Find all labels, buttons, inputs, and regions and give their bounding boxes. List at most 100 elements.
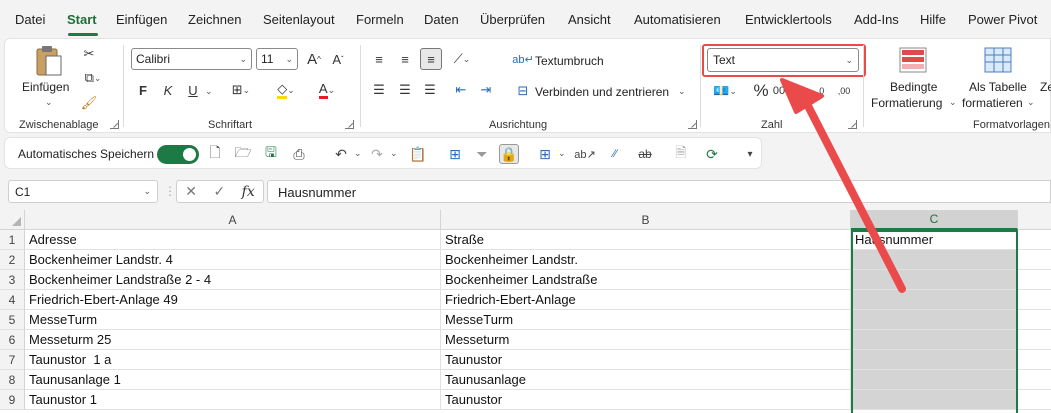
cell-b4[interactable]: Friedrich-Ebert-Anlage — [441, 290, 851, 310]
align-middle-icon[interactable]: ≡ — [395, 49, 415, 69]
menu-ansicht[interactable]: Ansicht — [568, 12, 611, 27]
cell-c4[interactable] — [851, 290, 1018, 310]
filter-icon[interactable]: ⏷ — [472, 144, 492, 164]
format-painter-icon[interactable]: 🖌 — [79, 93, 99, 113]
save-icon[interactable]: 🖫 — [261, 144, 281, 164]
cell-b3[interactable]: Bockenheimer Landstraße — [441, 270, 851, 290]
conditional-formatting-label-1[interactable]: Bedingte — [890, 80, 937, 94]
menu-ueberpruefen[interactable]: Überprüfen — [480, 12, 545, 27]
cell-d9[interactable] — [1018, 390, 1051, 410]
undo-icon[interactable]: ↶ — [331, 144, 351, 164]
name-box[interactable]: C1 ⌄ — [8, 180, 158, 203]
cell-b7[interactable]: Taunustor — [441, 350, 851, 370]
insert-function-icon[interactable]: fx — [242, 184, 255, 200]
cell-a8[interactable]: Taunusanlage 1 — [25, 370, 441, 390]
cell-a3[interactable]: Bockenheimer Landstraße 2 - 4 — [25, 270, 441, 290]
menu-start[interactable]: Start — [67, 12, 97, 27]
merge-center-icon[interactable]: ⊟ — [513, 81, 533, 101]
decrease-font-icon[interactable]: Aˇ — [328, 49, 348, 69]
print-preview-icon[interactable]: ⎙ — [289, 144, 309, 164]
customize-qat-icon[interactable]: ▾ — [740, 144, 760, 164]
calc-icon[interactable]: 🗎 — [671, 144, 691, 164]
redo-chevron-icon[interactable]: ⌄ — [390, 148, 398, 159]
number-launcher-icon[interactable] — [848, 120, 857, 129]
menu-datei[interactable]: Datei — [15, 12, 45, 27]
menu-formeln[interactable]: Formeln — [356, 12, 404, 27]
column-header-c[interactable]: C — [851, 210, 1018, 230]
new-file-icon[interactable]: 🗋 — [205, 144, 225, 164]
percent-button[interactable]: % — [751, 81, 771, 101]
cut-icon[interactable]: ✂ — [79, 44, 99, 64]
cell-a9[interactable]: Taunustor 1 — [25, 390, 441, 410]
refresh-icon[interactable]: ⟳ — [702, 144, 722, 164]
decrease-indent-icon[interactable]: ⇤ — [451, 80, 471, 100]
cell-c2[interactable] — [851, 250, 1018, 270]
comma-style-icon[interactable]: 000 — [773, 81, 791, 101]
menu-zeichnen[interactable]: Zeichnen — [188, 12, 241, 27]
conditional-formatting-label-2[interactable]: Formatierung — [871, 96, 942, 110]
cell-c5[interactable] — [851, 310, 1018, 330]
orientation-icon[interactable]: ⟋ ⌄ — [447, 49, 477, 69]
cell-a7[interactable]: Taunustor 1 a — [25, 350, 441, 370]
cell-c7[interactable] — [851, 350, 1018, 370]
column-header-b[interactable]: B — [441, 210, 851, 230]
underline-chevron-icon[interactable]: ⌄ — [205, 86, 213, 97]
alignment-launcher-icon[interactable] — [688, 120, 697, 129]
cell-b2[interactable]: Bockenheimer Landstr. — [441, 250, 851, 270]
row-header[interactable]: 3 — [0, 270, 25, 290]
format-as-table-icon[interactable] — [983, 45, 1013, 75]
undo-chevron-icon[interactable]: ⌄ — [354, 148, 362, 159]
align-right-icon[interactable]: ☰ — [420, 80, 440, 100]
paste-chevron-icon[interactable]: ⌄ — [45, 97, 53, 108]
conditional-formatting-icon[interactable] — [898, 45, 928, 75]
align-center-icon[interactable]: ☰ — [395, 80, 415, 100]
menu-einfuegen[interactable]: Einfügen — [116, 12, 167, 27]
cell-d1[interactable] — [1018, 230, 1051, 250]
lock-icon[interactable]: 🔒 — [499, 144, 519, 164]
row-header[interactable]: 7 — [0, 350, 25, 370]
cell-b9[interactable]: Taunustor — [441, 390, 851, 410]
redo-icon[interactable]: ↷ — [367, 144, 387, 164]
merge-chevron-icon[interactable]: ⌄ — [678, 86, 686, 97]
borders-chevron-icon[interactable]: ⌄ — [558, 148, 566, 159]
menu-hilfe[interactable]: Hilfe — [920, 12, 946, 27]
borders-icon[interactable]: ⊞ — [535, 144, 555, 164]
open-folder-icon[interactable]: 🗁 — [233, 144, 253, 164]
column-header-a[interactable]: A — [25, 210, 441, 230]
menu-daten[interactable]: Daten — [424, 12, 459, 27]
bold-button[interactable]: F — [135, 80, 151, 100]
text-direction-icon[interactable]: ab↗ — [574, 144, 595, 164]
cell-d2[interactable] — [1018, 250, 1051, 270]
conditional-chevron-icon[interactable]: ⌄ — [949, 97, 957, 108]
borders-icon[interactable]: ⊞ ⌄ — [227, 80, 255, 100]
freeze-panes-icon[interactable]: ⊞ — [445, 144, 465, 164]
font-launcher-icon[interactable] — [345, 120, 354, 129]
cell-a6[interactable]: Messeturm 25 — [25, 330, 441, 350]
confirm-icon[interactable]: ✓ — [213, 183, 225, 200]
paste-icon[interactable] — [31, 44, 67, 78]
row-header[interactable]: 4 — [0, 290, 25, 310]
autosave-toggle[interactable] — [157, 145, 199, 164]
row-header[interactable]: 1 — [0, 230, 25, 250]
format-as-table-label-1[interactable]: Als Tabelle — [969, 80, 1027, 94]
cell-c8[interactable] — [851, 370, 1018, 390]
row-header[interactable]: 6 — [0, 330, 25, 350]
select-all-corner[interactable] — [0, 210, 25, 230]
cell-d4[interactable] — [1018, 290, 1051, 310]
cell-c9[interactable] — [851, 390, 1018, 410]
cancel-icon[interactable]: ✕ — [185, 183, 197, 200]
cell-d5[interactable] — [1018, 310, 1051, 330]
increase-indent-icon[interactable]: ⇥ — [476, 80, 496, 100]
paste-label[interactable]: Einfügen — [22, 80, 69, 94]
cell-a5[interactable]: MesseTurm — [25, 310, 441, 330]
row-header[interactable]: 9 — [0, 390, 25, 410]
menu-power-pivot[interactable]: Power Pivot — [968, 12, 1037, 27]
underline-button[interactable]: U — [185, 80, 201, 100]
font-name-select[interactable]: Calibri ⌄ — [131, 48, 252, 70]
wrap-text-icon[interactable]: ab↵ — [512, 49, 533, 69]
copy-icon[interactable]: ⧉ ⌄ — [79, 68, 107, 88]
wrap-text-button[interactable]: Textumbruch — [535, 54, 604, 68]
accounting-format-icon[interactable]: 💶 ⌄ — [710, 81, 740, 101]
cell-b1[interactable]: Straße — [441, 230, 851, 250]
cell-d6[interactable] — [1018, 330, 1051, 350]
